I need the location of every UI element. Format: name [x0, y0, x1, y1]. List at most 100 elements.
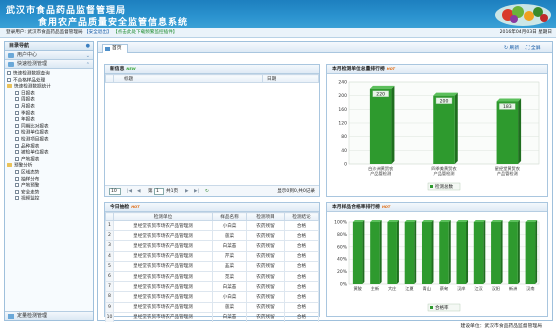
page-icon	[7, 77, 11, 82]
tree-item[interactable]: 快速检测数据查询	[7, 71, 50, 77]
y-tick-label: 60%	[337, 244, 348, 250]
y-tick-label: 160	[338, 107, 347, 113]
sidebar-section-user-center[interactable]: 用户中心 ⌄	[5, 51, 93, 60]
hot-badge: HOT	[381, 205, 391, 209]
total-pages: 共1页	[166, 189, 179, 194]
table-row[interactable]: 1 皇经堂农贸市场农产品管理测 小白菜 农药残留 合格	[105, 219, 319, 232]
tree-item[interactable]: 日报表	[15, 90, 35, 97]
bar-top	[370, 220, 382, 222]
table-row[interactable]: 9 皇经堂农贸市场农产品管理测 菠菜 农药残留 合格	[105, 301, 319, 313]
col-sample: 样品名称	[212, 212, 247, 221]
table-row[interactable]: 6 皇经堂农贸市场农产品管理测 苋菜 农药残留 合格	[105, 270, 319, 283]
page-input[interactable]: 1	[154, 188, 164, 195]
tree-item[interactable]: 被检单位报表	[15, 150, 49, 156]
bar	[456, 222, 467, 284]
table-cell: 韭菜	[212, 260, 247, 272]
refresh-label: 刷新	[509, 46, 520, 51]
next-page-icon[interactable]: ▶	[185, 186, 189, 197]
tree-item[interactable]: 不合格样品处理	[7, 77, 45, 84]
table-cell: 芹菜	[212, 250, 247, 262]
download-plugin-link[interactable]: 【点击此处下载频繁监控插件】	[113, 30, 177, 35]
page-icon	[15, 176, 19, 181]
table-cell: 白菜苔	[212, 281, 247, 293]
table-row[interactable]: 2 皇经堂农贸市场农产品管理测 菠菜 农药残留 合格	[105, 230, 319, 242]
bar-side	[517, 220, 520, 284]
folder-icon	[7, 84, 12, 89]
tree-item-label: 月报表	[21, 104, 35, 110]
prev-page-icon[interactable]: ◀	[137, 186, 141, 197]
sidebar-section-fast-manage[interactable]: 快速检测管理 ⌃	[5, 60, 93, 69]
table-row[interactable]: 7 皇经堂农贸市场农产品管理测 白菜苔 农药残留 合格	[105, 281, 319, 293]
tree-item[interactable]: 月报表	[15, 104, 35, 110]
tree-item[interactable]: 抽样分布	[15, 176, 39, 183]
collapse-icon[interactable]: ●	[86, 42, 90, 51]
bar-side	[396, 220, 399, 284]
first-page-icon[interactable]: |◀	[127, 186, 132, 197]
bar-top	[525, 220, 538, 222]
table-row[interactable]: 3 皇经堂农贸市场农产品管理测 白菜苔 农药残留 合格	[105, 240, 319, 252]
table-row[interactable]: 8 皇经堂农贸市场农产品管理测 小白菜 农药残留 合格	[105, 291, 319, 303]
tree-item[interactable]: 快速检测数据统计	[7, 84, 51, 90]
tree-item[interactable]: 视频监控	[15, 196, 39, 202]
table-cell: 皇经堂农贸市场农产品管理测	[113, 301, 213, 313]
data-label: 220	[376, 91, 385, 97]
col-date[interactable]: 日期	[262, 74, 319, 83]
page-size-select[interactable]: 10	[109, 188, 121, 195]
tree-item[interactable]: 产地报表	[15, 156, 39, 163]
table-cell: 皇经堂农贸市场农产品管理测	[113, 230, 213, 242]
bar	[370, 222, 380, 284]
bar	[404, 222, 415, 284]
sidebar-title-text: 目录导航	[9, 43, 30, 49]
tree-item[interactable]: 产地预警	[15, 183, 39, 189]
table-cell: 小白菜	[212, 219, 247, 232]
table-cell: 农药残留	[246, 291, 285, 303]
fullscreen-button[interactable]: ⛶ 全屏	[526, 44, 541, 51]
y-tick-label: 120	[338, 121, 347, 127]
tree-item[interactable]: 品种报表	[15, 143, 40, 150]
folder-icon	[7, 163, 12, 168]
user-icon	[8, 53, 14, 58]
tree-item[interactable]: 安全走势	[15, 189, 39, 196]
table-row[interactable]: 10 皇经堂农贸市场农产品管理测 白菜苔 农药残留 合格	[105, 311, 319, 323]
tree-item-label: 快速检测数据查询	[13, 71, 50, 77]
table-cell: 农药残留	[246, 270, 285, 283]
tree-item[interactable]: 预警分析	[7, 163, 32, 169]
table-row[interactable]: 4 皇经堂农贸市场农产品管理测 芹菜 农药残留 合格	[105, 250, 319, 262]
table-row[interactable]: 5 皇经堂农贸市场农产品管理测 韭菜 农药残留 合格	[105, 260, 319, 272]
reload-icon[interactable]: ↻	[205, 186, 209, 197]
row-number: 8	[105, 291, 114, 303]
tree-item[interactable]: 周报表	[15, 97, 35, 103]
table-cell: 白菜苔	[212, 240, 247, 252]
tree-item[interactable]: 年报表	[15, 117, 35, 123]
tree-item[interactable]: 检测项目报表	[15, 137, 49, 143]
tab-home[interactable]: 首页	[102, 44, 128, 53]
table-cell: 合格	[284, 230, 319, 242]
safe-exit-link[interactable]: 【安全退出】	[84, 30, 112, 35]
tree-item[interactable]: 季报表	[15, 110, 35, 117]
footer: 建设单位：武汉市食品药品监督管理局	[0, 322, 556, 332]
col-title[interactable]: 标题	[113, 74, 263, 83]
table-cell: 皇经堂农贸市场农产品管理测	[113, 219, 213, 232]
refresh-button[interactable]: ↻ 刷新	[504, 44, 519, 51]
bar	[352, 222, 363, 284]
y-tick-label: 0%	[340, 282, 348, 288]
tree-item[interactable]: 检测单位报表	[15, 130, 49, 136]
bar-side	[500, 220, 503, 284]
bar-top	[404, 220, 417, 222]
tree-item[interactable]: 同期比对报表	[15, 123, 49, 130]
table-cell: 皇经堂农贸市场农产品管理测	[113, 281, 213, 293]
bar-top	[369, 85, 395, 89]
bar	[433, 95, 455, 164]
table-cell: 皇经堂农贸市场农产品管理测	[113, 291, 213, 303]
table-cell: 皇经堂农贸市场农产品管理测	[113, 270, 213, 283]
table-cell: 菠菜	[212, 301, 247, 313]
y-tick-label: 0	[344, 162, 347, 168]
sidebar-section-quant-manage[interactable]: 定量检测管理	[5, 311, 93, 320]
last-page-icon[interactable]: ▶|	[194, 186, 199, 197]
row-number: 7	[105, 281, 114, 293]
tree-item-label: 品种报表	[21, 144, 40, 150]
page-icon	[15, 104, 19, 108]
col-item: 检测项目	[246, 212, 285, 221]
table-cell: 菠菜	[212, 230, 247, 242]
tree-item[interactable]: 区域态势	[15, 170, 39, 176]
